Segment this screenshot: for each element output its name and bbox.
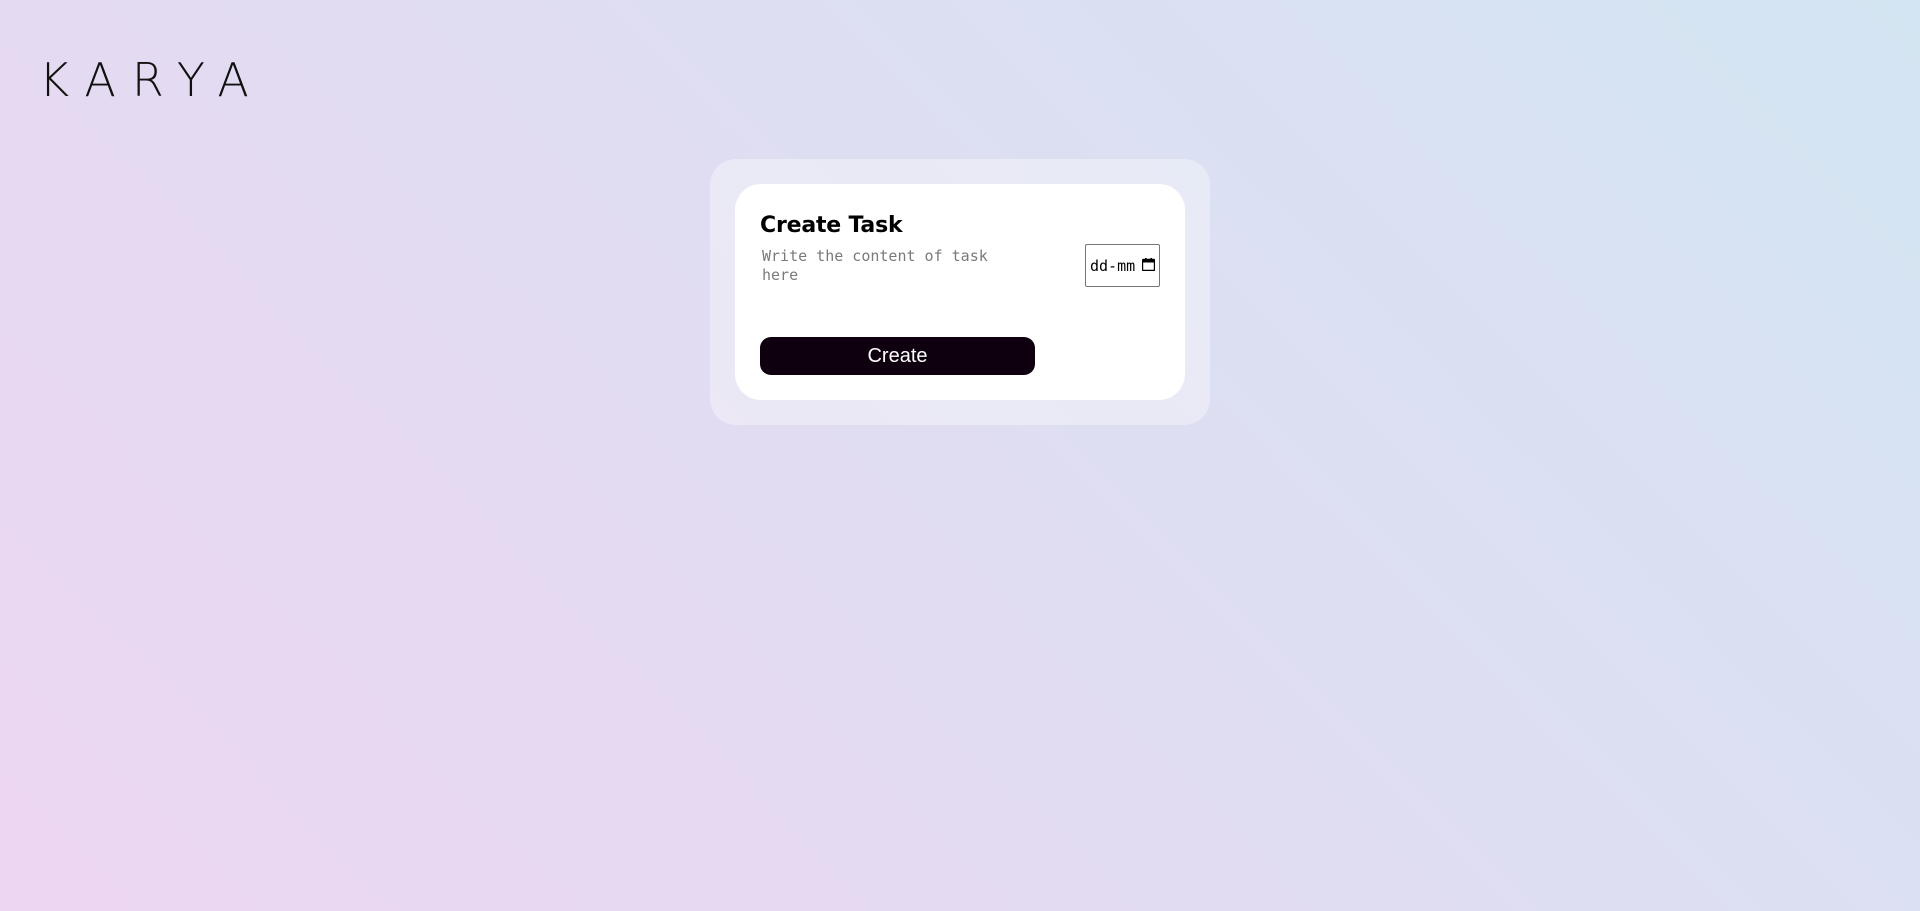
task-content-input[interactable] [760,245,1029,299]
create-task-card: Create Task dd-mm Create [735,184,1185,400]
create-button[interactable]: Create [760,337,1035,375]
card-title: Create Task [760,213,903,238]
app-logo: KARYA [39,53,265,107]
calendar-icon[interactable] [1142,258,1155,271]
due-date-input[interactable]: dd-mm [1085,244,1160,287]
date-placeholder-text: dd-mm [1090,256,1136,275]
